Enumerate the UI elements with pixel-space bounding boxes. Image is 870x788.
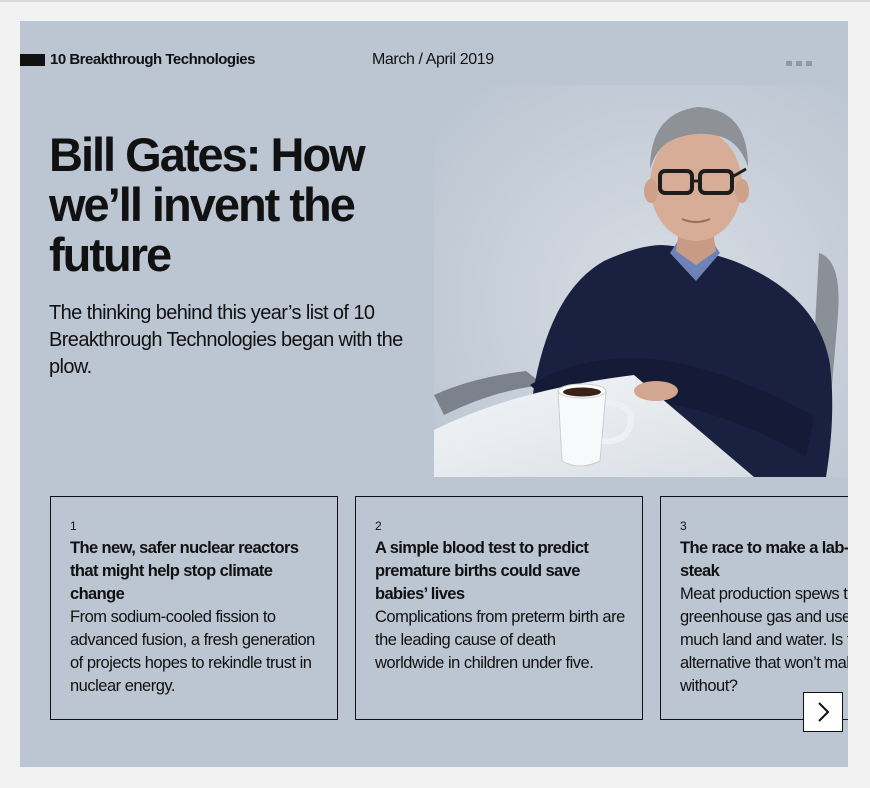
chevron-right-icon (818, 702, 830, 722)
portrait-photo (434, 85, 848, 477)
top-border (0, 0, 870, 2)
card-title[interactable]: The new, safer nuclear reactors that mig… (70, 537, 320, 606)
article-headline[interactable]: Bill Gates: How we’ll invent the future (49, 130, 409, 280)
tech-card-2[interactable]: 2 A simple blood test to predict prematu… (355, 496, 643, 720)
card-number: 2 (375, 519, 382, 533)
section-marker (20, 54, 45, 66)
article-dek: The thinking behind this year’s list of … (49, 302, 403, 378)
card-number: 1 (70, 519, 77, 533)
card-title[interactable]: The race to make a lab-grown steak (680, 537, 848, 583)
hero-panel: 10 Breakthrough Technologies March / Apr… (20, 21, 848, 767)
carousel-next-button[interactable] (803, 692, 843, 732)
card-title[interactable]: A simple blood test to predict premature… (375, 537, 625, 606)
tech-card-1[interactable]: 1 The new, safer nuclear reactors that m… (50, 496, 338, 720)
section-label[interactable]: 10 Breakthrough Technologies (50, 51, 255, 68)
more-dots-icon[interactable] (786, 57, 820, 69)
issue-date: March / April 2019 (372, 51, 494, 68)
card-description: Meat production spews tons of greenhouse… (680, 585, 848, 695)
card-description: From sodium-cooled fission to advanced f… (70, 608, 315, 695)
card-number: 3 (680, 519, 687, 533)
card-description: Complications from preterm birth are the… (375, 608, 625, 672)
tech-card-3[interactable]: 3 The race to make a lab-grown steak Mea… (660, 496, 848, 720)
